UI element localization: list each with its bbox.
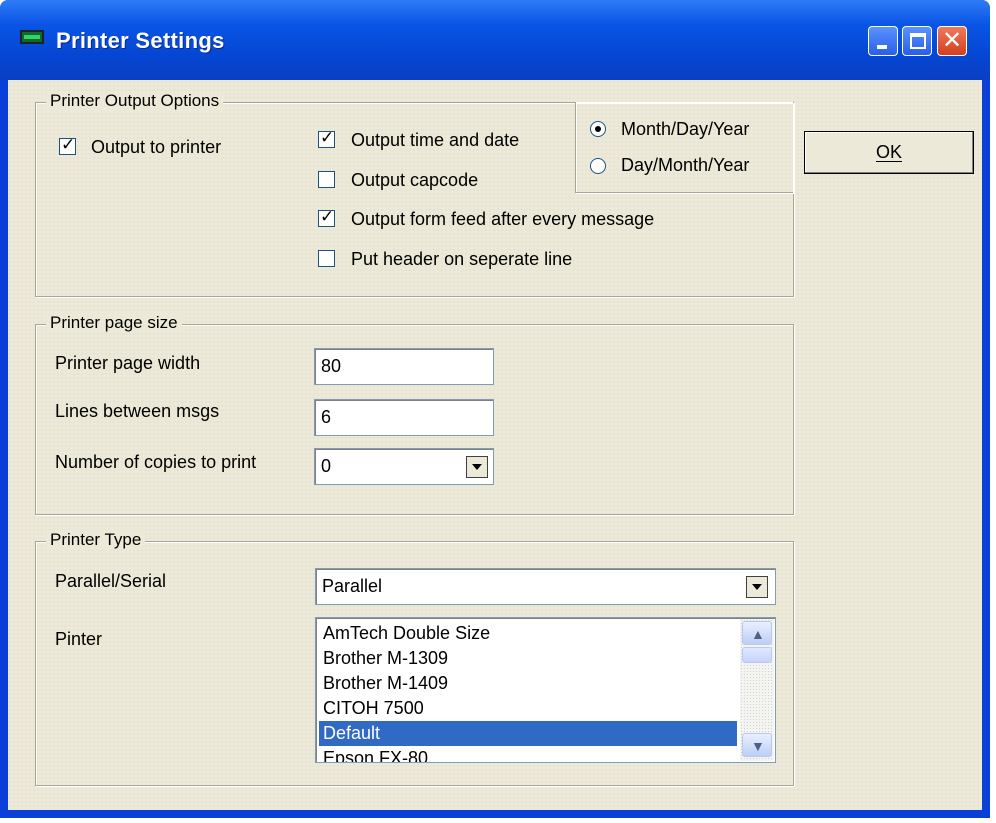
number-of-copies-dropdown-arrow[interactable] xyxy=(466,456,488,478)
output-to-printer-label[interactable]: Output to printer xyxy=(91,137,221,158)
output-time-date-checkbox[interactable] xyxy=(318,128,335,148)
list-item[interactable]: CITOH 7500 xyxy=(319,696,737,721)
printer-settings-window: Printer Settings ✕ Printer Output Option… xyxy=(0,0,990,818)
printer-type-legend: Printer Type xyxy=(46,530,146,550)
maximize-icon xyxy=(910,33,926,49)
chevron-down-icon: ▼ xyxy=(751,738,765,754)
parallel-serial-select[interactable]: Parallel xyxy=(315,568,776,605)
output-time-date-label[interactable]: Output time and date xyxy=(351,130,519,151)
scroll-down-button[interactable]: ▼ xyxy=(742,733,772,757)
list-item[interactable]: AmTech Double Size xyxy=(319,621,737,646)
printer-list-scrollbar[interactable]: ▲ ▼ xyxy=(740,619,774,761)
lines-between-msgs-input[interactable]: 6 xyxy=(314,399,494,436)
parallel-serial-value: Parallel xyxy=(322,576,383,596)
output-form-feed-label[interactable]: Output form feed after every message xyxy=(351,209,654,230)
printer-app-icon xyxy=(20,30,44,44)
minimize-button[interactable] xyxy=(868,26,898,56)
parallel-serial-label: Parallel/Serial xyxy=(55,571,167,591)
lines-between-msgs-label: Lines between msgs xyxy=(55,401,220,421)
scroll-up-button[interactable]: ▲ xyxy=(742,621,772,645)
chevron-up-icon: ▲ xyxy=(751,626,765,642)
ok-button-label: OK xyxy=(875,142,902,162)
page-width-label: Printer page width xyxy=(55,353,201,373)
printer-page-size-legend: Printer page size xyxy=(46,313,182,333)
output-capcode-label[interactable]: Output capcode xyxy=(351,170,478,191)
list-item[interactable]: Brother M-1409 xyxy=(319,671,737,696)
month-day-year-label[interactable]: Month/Day/Year xyxy=(621,119,749,140)
list-item[interactable]: Epson FX-80 xyxy=(319,746,737,762)
printer-listbox[interactable]: AmTech Double Size Brother M-1309 Brothe… xyxy=(315,617,776,763)
parallel-serial-dropdown-arrow[interactable] xyxy=(746,576,768,598)
day-month-year-radio[interactable] xyxy=(590,158,606,174)
number-of-copies-label: Number of copies to print xyxy=(55,452,257,472)
list-item-selected[interactable]: Default xyxy=(319,721,737,746)
output-capcode-checkbox[interactable] xyxy=(318,171,335,188)
header-separate-line-checkbox[interactable] xyxy=(318,250,335,267)
dialog-body: Printer Output Options Output to printer… xyxy=(8,80,982,810)
number-of-copies-value: 0 xyxy=(321,456,332,476)
scrollbar-thumb[interactable] xyxy=(742,647,772,663)
ok-button[interactable]: OK xyxy=(804,131,974,174)
output-form-feed-checkbox[interactable] xyxy=(318,207,335,227)
date-format-panel xyxy=(575,102,793,193)
title-bar[interactable]: Printer Settings ✕ xyxy=(0,0,990,80)
month-day-year-radio[interactable] xyxy=(590,121,606,137)
window-title: Printer Settings xyxy=(56,28,225,53)
printer-output-options-legend: Printer Output Options xyxy=(46,91,224,111)
printer-list-label: Pinter xyxy=(55,629,103,649)
maximize-button[interactable] xyxy=(902,26,932,56)
day-month-year-label[interactable]: Day/Month/Year xyxy=(621,155,749,176)
minimize-icon xyxy=(877,45,887,49)
close-button[interactable]: ✕ xyxy=(937,26,967,56)
header-separate-line-label[interactable]: Put header on seperate line xyxy=(351,249,572,270)
close-icon: ✕ xyxy=(941,27,963,54)
output-to-printer-checkbox[interactable] xyxy=(59,135,76,155)
list-item[interactable]: Brother M-1309 xyxy=(319,646,737,671)
page-width-input[interactable]: 80 xyxy=(314,348,494,385)
